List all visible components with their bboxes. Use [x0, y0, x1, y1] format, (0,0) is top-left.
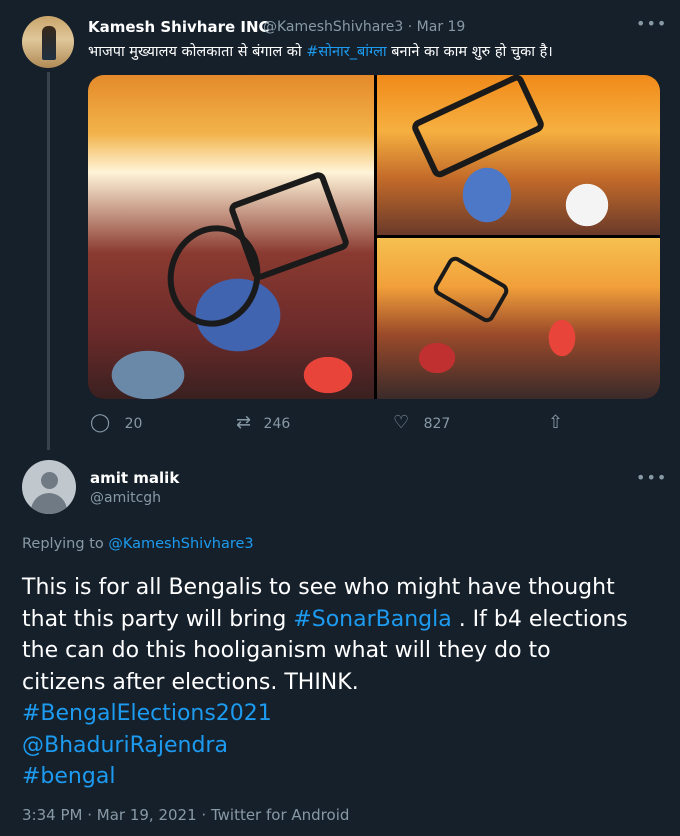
author-name[interactable]: Kamesh Shivhare INC [88, 18, 270, 36]
media-grid[interactable] [88, 75, 660, 399]
tweet-metadata: 3:34 PM · Mar 19, 2021 · Twitter for And… [22, 806, 349, 824]
dot-separator: · [407, 19, 413, 35]
author-handle-and-date: @KameshShivhare3 · Mar 19 [263, 19, 465, 35]
tweet-time[interactable]: 3:34 PM [22, 806, 82, 824]
reply-author-avatar[interactable] [22, 460, 76, 514]
chair-shape [430, 253, 512, 326]
reply-count: 20 [124, 416, 143, 432]
more-horizontal-icon[interactable]: ••• [636, 14, 667, 33]
meta-separator: · [82, 806, 97, 824]
replying-to: Replying to @KameshShivhare3 [22, 536, 254, 552]
hashtag-link[interactable]: #bengal [22, 764, 115, 789]
reply-author-handle[interactable]: @amitcgh [90, 490, 161, 506]
tweet-text-start: भाजपा मुख्यालय कोलकाता से बंगाल को [88, 44, 307, 60]
reply-author-name[interactable]: amit malik [90, 469, 179, 487]
reply-line-2-start: that this party will bring [22, 606, 294, 632]
more-horizontal-icon[interactable]: ••• [636, 468, 667, 487]
reply-line-2-end: . If b4 elections [451, 606, 628, 632]
reply-line-2: that this party will bring #SonarBangla … [22, 607, 628, 632]
meta-separator: · [196, 806, 211, 824]
tweet-full-date[interactable]: Mar 19, 2021 [97, 806, 197, 824]
hashtag-link[interactable]: #सोनार_बांग्ला [306, 44, 386, 60]
tweet-source[interactable]: Twitter for Android [211, 806, 349, 824]
default-avatar-head [41, 472, 58, 489]
heart-icon: ♡ [393, 412, 410, 433]
hashtag-link[interactable]: #SonarBangla [293, 607, 451, 632]
author-avatar[interactable] [22, 16, 74, 68]
thread-connector-line [47, 72, 50, 450]
reply-icon: ◯ [90, 412, 111, 433]
author-handle[interactable]: @KameshShivhare3 [263, 19, 403, 35]
reply-line-4: citizens after elections. THINK. [22, 669, 359, 695]
replying-label: Replying to [22, 536, 109, 552]
hashtag-link[interactable]: #BengalElections2021 [22, 701, 272, 726]
chair-shape [409, 75, 547, 180]
mention-link[interactable]: @BhaduriRajendra [22, 733, 228, 758]
retweet-count: 246 [263, 416, 291, 432]
avatar-figure [42, 26, 56, 60]
tweet-text-end: बनाने का काम शुरु हो चुका है। [386, 44, 553, 60]
reply-tweet-text: This is for all Bengalis to see who migh… [22, 572, 662, 793]
tweet-text: भाजपा मुख्यालय कोलकाता से बंगाल को #सोना… [88, 41, 553, 61]
default-avatar-body [31, 493, 67, 514]
share-button[interactable]: ⇧ [548, 412, 563, 433]
tweet-date[interactable]: Mar 19 [417, 19, 466, 35]
like-button[interactable]: ♡ 827 [393, 412, 450, 433]
reply-button[interactable]: ◯ 20 [90, 412, 142, 433]
retweet-icon: ⇄ [236, 412, 252, 433]
reply-line-3: the can do this hooliganism what will th… [22, 638, 551, 663]
photo-2[interactable] [377, 75, 660, 235]
replying-to-link[interactable]: @KameshShivhare3 [108, 536, 253, 552]
share-icon: ⇧ [548, 412, 564, 433]
reply-line-1: This is for all Bengalis to see who migh… [22, 575, 615, 600]
like-count: 827 [423, 416, 451, 432]
photo-1[interactable] [88, 75, 374, 399]
retweet-button[interactable]: ⇄ 246 [236, 412, 290, 433]
photo-3[interactable] [377, 238, 660, 399]
